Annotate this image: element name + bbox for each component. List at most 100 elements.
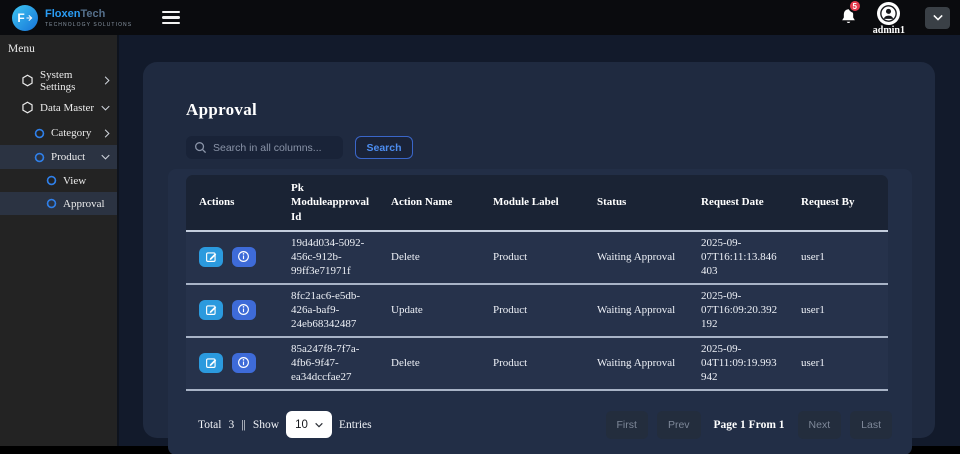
sidebar-item-label: Product xyxy=(51,151,101,163)
brand-name-secondary: Tech xyxy=(80,8,105,20)
table-header-row: ActionsPk Moduleapproval IdAction NameMo… xyxy=(186,175,888,232)
actions-cell xyxy=(186,232,278,285)
brand-tagline: TECHNOLOGY SOLUTIONS xyxy=(45,22,132,28)
status-cell: Waiting Approval xyxy=(584,338,688,391)
circle-icon xyxy=(34,128,45,139)
brand-logo-icon: F xyxy=(12,5,38,31)
request-by-cell: user1 xyxy=(788,232,888,285)
entries-control: Total 3 || Show 10 Entries xyxy=(198,411,372,438)
sidebar-nav: System Settings Data Master Category xyxy=(0,67,117,215)
sidebar-item-approval[interactable]: Approval xyxy=(0,192,117,215)
page-title: Approval xyxy=(186,100,912,120)
actions-cell xyxy=(186,285,278,338)
prev-page-button[interactable]: Prev xyxy=(657,411,701,439)
user-icon xyxy=(880,5,897,22)
sidebar: Menu System Settings Data Master xyxy=(0,35,119,446)
chevron-down-icon xyxy=(101,105,110,111)
notifications-button[interactable]: 5 xyxy=(840,4,857,31)
brand-logo[interactable]: F FloxenTech TECHNOLOGY SOLUTIONS xyxy=(12,5,132,31)
info-icon xyxy=(237,356,250,369)
brand-name-primary: Floxen xyxy=(45,8,80,20)
chevron-right-icon xyxy=(104,129,110,138)
chevron-right-icon xyxy=(104,76,110,85)
next-page-button[interactable]: Next xyxy=(798,411,842,439)
action-name-cell: Update xyxy=(378,285,480,338)
avatar xyxy=(877,2,900,25)
table-row: 85a247f8-7f7a-4fb6-9f47-ea34dccfae27 Del… xyxy=(186,338,888,391)
sidebar-item-view[interactable]: View xyxy=(0,169,117,192)
edit-icon xyxy=(205,303,218,316)
user-menu[interactable]: admin1 xyxy=(873,2,905,36)
last-page-button[interactable]: Last xyxy=(850,411,892,439)
page-size-value: 10 xyxy=(295,419,308,431)
show-label: Show xyxy=(253,419,279,431)
hexagon-icon xyxy=(21,74,34,87)
edit-button[interactable] xyxy=(199,353,223,373)
pk-id-cell: 8fc21ac6-e5db-426a-baf9-24eb68342487 xyxy=(278,285,378,338)
edit-icon xyxy=(205,356,218,369)
edit-button[interactable] xyxy=(199,300,223,320)
page-info: Page 1 From 1 xyxy=(714,419,785,431)
chevron-down-icon xyxy=(933,14,943,21)
request-date-cell: 2025-09-04T11:09:19.993942 xyxy=(688,338,788,391)
search-input[interactable] xyxy=(186,136,343,159)
info-icon xyxy=(237,250,250,263)
info-button[interactable] xyxy=(232,353,256,373)
pk-id-cell: 85a247f8-7f7a-4fb6-9f47-ea34dccfae27 xyxy=(278,338,378,391)
table-row: 19d4d034-5092-456c-912b-99ff3e71971f Del… xyxy=(186,232,888,285)
status-cell: Waiting Approval xyxy=(584,232,688,285)
status-cell: Waiting Approval xyxy=(584,285,688,338)
column-header-request-by: Request By xyxy=(788,175,888,232)
column-header-status: Status xyxy=(584,175,688,232)
total-label: Total xyxy=(198,419,221,431)
sidebar-item-product[interactable]: Product xyxy=(0,145,117,169)
sidebar-item-category[interactable]: Category xyxy=(0,121,117,145)
entries-label: Entries xyxy=(339,419,372,431)
table-row: 8fc21ac6-e5db-426a-baf9-24eb68342487 Upd… xyxy=(186,285,888,338)
brand-arrow-icon xyxy=(26,14,33,22)
chevron-down-icon xyxy=(101,154,110,160)
brand-text: FloxenTech TECHNOLOGY SOLUTIONS xyxy=(45,8,132,28)
topbar: F FloxenTech TECHNOLOGY SOLUTIONS 5 xyxy=(0,0,960,35)
info-button[interactable] xyxy=(232,300,256,320)
user-dropdown-button[interactable] xyxy=(925,7,950,29)
sidebar-item-data-master[interactable]: Data Master xyxy=(0,94,117,121)
circle-icon xyxy=(46,198,57,209)
pk-id-cell: 19d4d034-5092-456c-912b-99ff3e71971f xyxy=(278,232,378,285)
main-content: Approval Search xyxy=(119,35,960,446)
circle-icon xyxy=(34,152,45,163)
info-button[interactable] xyxy=(232,247,256,267)
username-label: admin1 xyxy=(873,25,905,36)
edit-icon xyxy=(205,250,218,263)
module-label-cell: Product xyxy=(480,338,584,391)
topbar-right: 5 admin1 xyxy=(840,0,950,36)
content-card: Approval Search xyxy=(143,62,935,438)
sidebar-item-label: Data Master xyxy=(40,102,101,114)
table-panel: ActionsPk Moduleapproval IdAction NameMo… xyxy=(168,169,912,454)
module-label-cell: Product xyxy=(480,285,584,338)
sidebar-item-system-settings[interactable]: System Settings xyxy=(0,67,117,94)
approval-table: ActionsPk Moduleapproval IdAction NameMo… xyxy=(186,175,888,391)
action-name-cell: Delete xyxy=(378,338,480,391)
sidebar-menu-label: Menu xyxy=(0,41,117,67)
sidebar-item-label: View xyxy=(63,175,110,187)
request-date-cell: 2025-09-07T16:11:13.846403 xyxy=(688,232,788,285)
request-by-cell: user1 xyxy=(788,285,888,338)
action-name-cell: Delete xyxy=(378,232,480,285)
page-size-select[interactable]: 10 xyxy=(286,411,332,438)
edit-button[interactable] xyxy=(199,247,223,267)
search-button[interactable]: Search xyxy=(355,136,413,159)
hexagon-icon xyxy=(21,101,34,114)
sidebar-item-label: Approval xyxy=(63,198,110,210)
module-label-cell: Product xyxy=(480,232,584,285)
divider: || xyxy=(241,419,246,431)
request-date-cell: 2025-09-07T16:09:20.392192 xyxy=(688,285,788,338)
sidebar-item-label: System Settings xyxy=(40,69,104,93)
table-footer: Total 3 || Show 10 Entries First Prev P xyxy=(186,411,892,439)
request-by-cell: user1 xyxy=(788,338,888,391)
hamburger-menu-button[interactable] xyxy=(158,7,184,28)
column-header-pk-moduleapproval-id: Pk Moduleapproval Id xyxy=(278,175,378,232)
first-page-button[interactable]: First xyxy=(606,411,648,439)
actions-cell xyxy=(186,338,278,391)
search-row: Search xyxy=(186,136,912,159)
